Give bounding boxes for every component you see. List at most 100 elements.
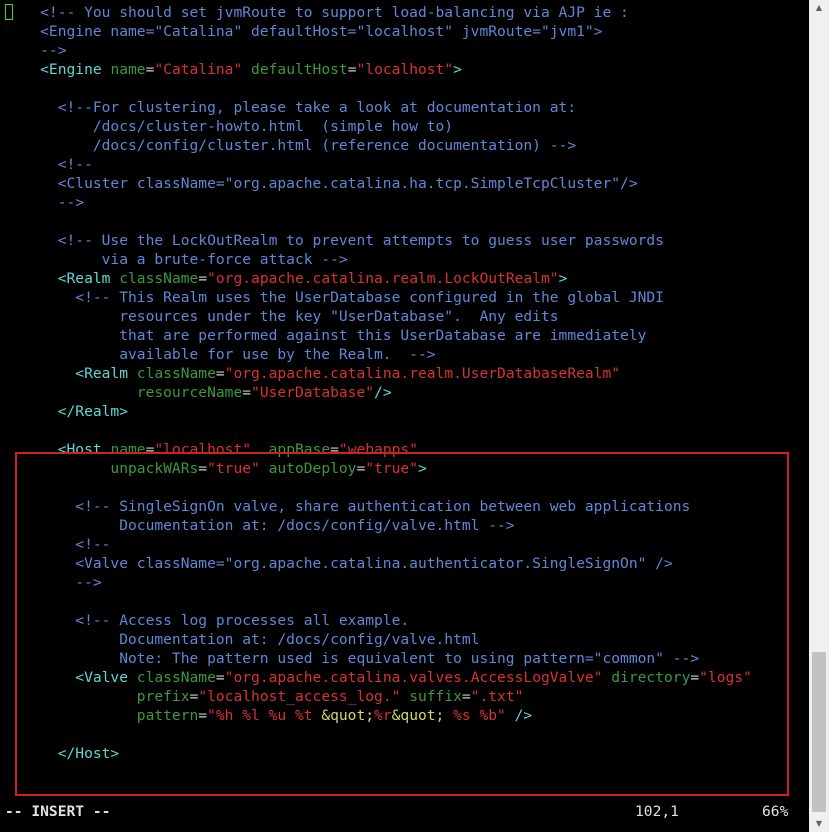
code-token: available for use by the Realm. --> [5, 346, 436, 363]
code-line: unpackWARs="true" autoDeploy="true"> [5, 459, 808, 478]
code-token: = [198, 707, 208, 724]
code-token: "webapps" [338, 441, 418, 458]
code-token: = [461, 688, 471, 705]
terminal-window[interactable]: <!-- You should set jvmRoute to support … [0, 0, 829, 832]
code-token: className [128, 365, 216, 382]
code-line: <!-- This Realm uses the UserDatabase co… [5, 288, 808, 307]
code-token: prefix [5, 688, 190, 705]
code-token: = [198, 460, 208, 477]
code-token: <!-- [5, 536, 111, 553]
code-token: <Engine [5, 61, 102, 78]
scroll-up-arrow-icon[interactable]: ▲ [809, 0, 829, 16]
code-line: that are performed against this UserData… [5, 326, 808, 345]
code-token: <!-- This Realm uses the UserDatabase co… [5, 289, 664, 306]
code-line: Documentation at: /docs/config/valve.htm… [5, 516, 808, 535]
code-token: <!-- Access log processes all example. [5, 612, 410, 629]
code-token: /docs/config/cluster.html (reference doc… [5, 137, 577, 154]
code-token: <Host [5, 441, 102, 458]
code-line: <!-- Use the LockOutRealm to prevent att… [5, 231, 808, 250]
code-line: <Engine name="Catalina" defaultHost="loc… [5, 22, 808, 41]
mode-indicator: -- INSERT -- [5, 803, 111, 820]
code-token: <Valve [5, 669, 129, 686]
code-token: "Catalina" [154, 61, 243, 78]
code-token: "localhost" [154, 441, 252, 458]
code-token: = [330, 441, 339, 458]
code-line: /docs/config/cluster.html (reference doc… [5, 136, 808, 155]
code-token: unpackWARs [5, 460, 199, 477]
code-token: that are performed against this UserData… [5, 327, 647, 344]
code-token: --> [5, 194, 85, 211]
code-token: /docs/cluster-howto.html (simple how to) [5, 118, 454, 135]
code-token: <!--For clustering, please take a look a… [5, 99, 577, 116]
code-token: </Realm> [5, 403, 129, 420]
code-line: <Realm className="org.apache.catalina.re… [5, 364, 808, 383]
code-line: --> [5, 41, 808, 60]
code-line: <Host name="localhost" appBase="webapps" [5, 440, 808, 459]
code-token: via a brute-force attack --> [5, 251, 348, 268]
code-token: "%h %l %u %t [207, 707, 322, 724]
code-token: pattern [5, 707, 199, 724]
code-token: "org.apache.catalina.realm.UserDatabaseR… [224, 365, 621, 382]
code-line: <Engine name="Catalina" defaultHost="loc… [5, 60, 808, 79]
code-token: "org.apache.catalina.valves.AccessLogVal… [224, 669, 603, 686]
code-line: <!-- [5, 535, 808, 554]
code-token: className [110, 270, 199, 287]
code-line: prefix="localhost_access_log." suffix=".… [5, 687, 808, 706]
code-token: suffix [400, 688, 462, 705]
code-token: ".txt" [470, 688, 524, 705]
code-token: = [189, 688, 199, 705]
code-token: > [453, 61, 462, 78]
code-token: <Engine name="Catalina" defaultHost="loc… [5, 23, 603, 40]
code-token: --> [5, 42, 67, 59]
code-token: name [101, 441, 146, 458]
code-line: --> [5, 193, 808, 212]
code-token: <!-- You should set jvmRoute to support … [5, 4, 629, 21]
code-line: resourceName="UserDatabase"/> [5, 383, 808, 402]
code-token: "true" [207, 460, 260, 477]
code-line: via a brute-force attack --> [5, 250, 808, 269]
code-token: <Realm [5, 365, 129, 382]
code-line: /docs/cluster-howto.html (simple how to) [5, 117, 808, 136]
code-token: <!-- Use the LockOutRealm to prevent att… [5, 232, 664, 249]
code-token: Note: The pattern used is equivalent to … [5, 650, 700, 667]
editor-buffer[interactable]: <!-- You should set jvmRoute to support … [5, 3, 808, 763]
code-line: <!-- Access log processes all example. [5, 611, 808, 630]
code-token: <!-- SingleSignOn valve, share authentic… [5, 498, 691, 515]
scroll-percentage: 66% [762, 803, 789, 820]
code-token: = [215, 365, 225, 382]
vertical-scrollbar[interactable]: ▲ ▼ [809, 0, 829, 832]
code-line: <Realm className="org.apache.catalina.re… [5, 269, 808, 288]
code-line: <!-- SingleSignOn valve, share authentic… [5, 497, 808, 516]
code-token: <Valve className="org.apache.catalina.au… [5, 555, 673, 572]
code-line: available for use by the Realm. --> [5, 345, 808, 364]
code-token: = [690, 669, 700, 686]
code-token: = [347, 61, 357, 78]
scroll-down-arrow-icon[interactable]: ▼ [809, 816, 829, 832]
code-token: name [101, 61, 146, 78]
code-line: <Valve className="org.apache.catalina.va… [5, 668, 808, 687]
code-line: resources under the key "UserDatabase". … [5, 307, 808, 326]
status-line: -- INSERT -- 102,1 66% [5, 802, 808, 821]
code-token: <Realm [5, 270, 111, 287]
code-token: > [417, 460, 427, 477]
code-token: autoDeploy [259, 460, 357, 477]
code-token: "logs" [699, 669, 752, 686]
code-token: &quot; [321, 707, 375, 724]
cursor-position: 102,1 [635, 803, 679, 820]
code-token: %r [374, 707, 392, 724]
code-token: "localhost" [356, 61, 454, 78]
code-line: pattern="%h %l %u %t &quot;%r&quot; %s %… [5, 706, 808, 725]
code-token: = [242, 384, 252, 401]
code-token: /> [374, 384, 392, 401]
code-token: &quot; [391, 707, 445, 724]
code-token: > [558, 270, 568, 287]
scrollbar-thumb[interactable] [812, 652, 826, 812]
code-line: Note: The pattern used is equivalent to … [5, 649, 808, 668]
code-token: = [198, 270, 208, 287]
code-token: <!-- [5, 156, 93, 173]
